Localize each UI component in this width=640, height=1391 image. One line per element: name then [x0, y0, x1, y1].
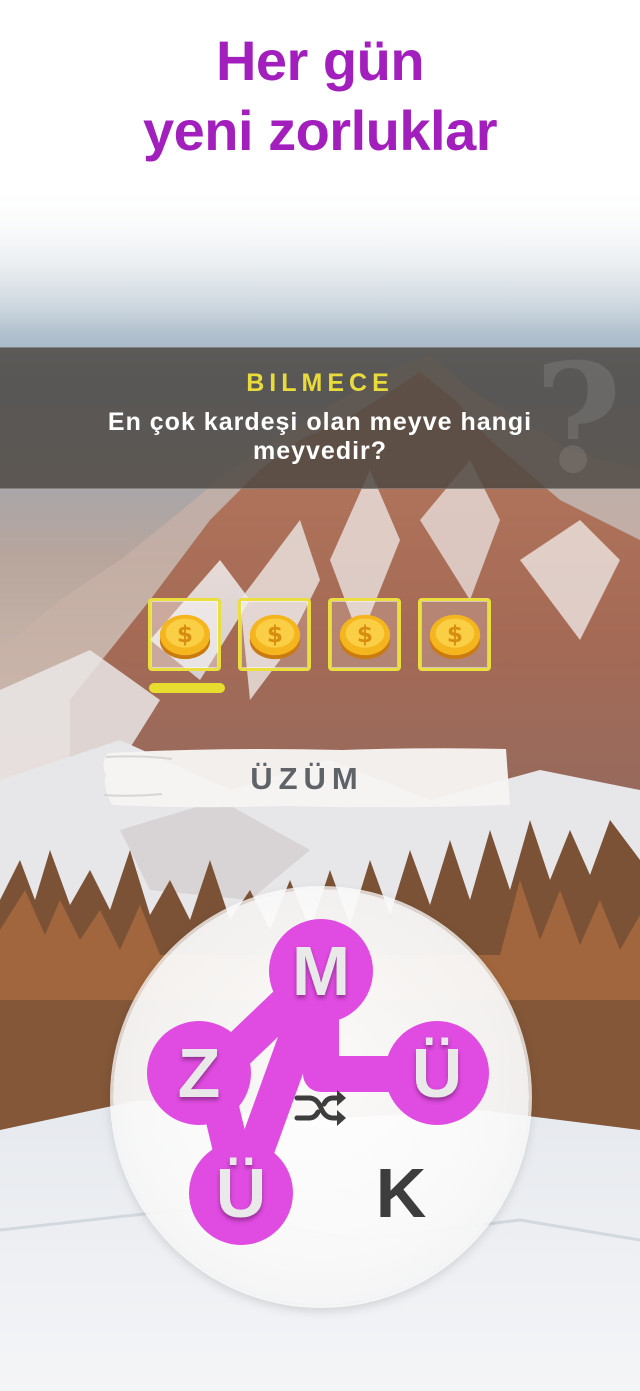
answer-slot[interactable]: $ [238, 598, 311, 671]
coin-icon: $ [339, 614, 390, 659]
coin-icon: $ [249, 614, 300, 659]
svg-text:$: $ [176, 620, 192, 647]
letter-tile-u-umlaut-bottom[interactable]: Ü [189, 1141, 293, 1245]
letter-glyph: Ü [215, 1154, 267, 1232]
letter-tile-u-umlaut-right[interactable]: Ü [385, 1021, 489, 1125]
riddle-question: En çok kardeşi olan meyve hangi meyvedir… [107, 408, 533, 465]
coin-icon: $ [429, 614, 480, 659]
answer-slot[interactable]: $ [148, 598, 221, 671]
active-slot-indicator [149, 683, 225, 693]
svg-text:$: $ [266, 620, 282, 647]
letter-tile-z[interactable]: Z [147, 1021, 251, 1125]
headline-line-2: yeni zorluklar [142, 99, 498, 162]
svg-text:$: $ [356, 620, 372, 647]
answer-slot[interactable]: $ [328, 598, 401, 671]
shuffle-icon [294, 1090, 346, 1126]
letter-glyph: K [375, 1154, 427, 1232]
headline: Her gün yeni zorluklar [0, 26, 640, 166]
letter-tile-k[interactable]: K [349, 1141, 453, 1245]
svg-text:$: $ [446, 620, 462, 647]
letter-glyph: Z [177, 1034, 221, 1112]
coin-icon: $ [159, 614, 210, 659]
letter-wheel[interactable]: M Z Ü Ü K [113, 889, 529, 1305]
current-word-strip: ÜZÜM [102, 745, 512, 810]
answer-slots: $ $ $ $ [0, 598, 640, 678]
letter-glyph: M [291, 932, 351, 1010]
riddle-title: BILMECE [246, 369, 394, 397]
letter-tile-m[interactable]: M [269, 919, 373, 1023]
shuffle-button[interactable] [286, 1073, 356, 1143]
letter-glyph: Ü [411, 1034, 463, 1112]
headline-line-1: Her gün [215, 29, 425, 92]
answer-slot[interactable]: $ [418, 598, 491, 671]
current-word: ÜZÜM [250, 761, 364, 796]
riddle-banner: ? BILMECE En çok kardeşi olan meyve hang… [0, 344, 640, 494]
